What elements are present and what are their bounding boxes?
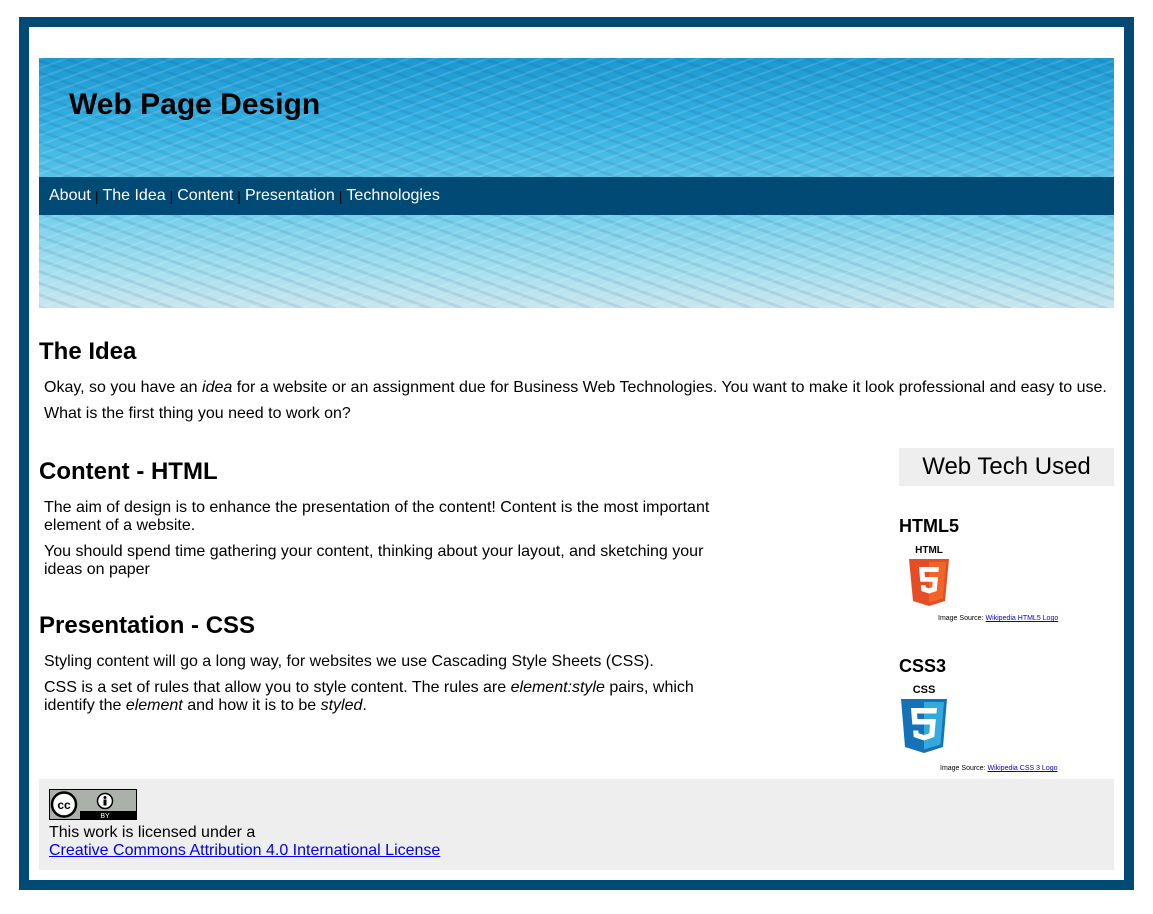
content-paragraph-1: The aim of design is to enhance the pres… [44,499,710,534]
nav-technologies[interactable]: Technologies [346,187,439,205]
site-title: Web Page Design [69,88,321,121]
nav-presentation[interactable]: Presentation [245,187,335,205]
nav-separator: | [338,188,343,204]
footer: cc BY This work is licensed under a Crea… [39,779,1114,870]
nav-the-idea[interactable]: The Idea [102,187,165,205]
html5-logo-text: HTML [915,545,943,556]
html5-heading: HTML5 [899,516,959,536]
css3-heading: CSS3 [899,656,947,676]
content-paragraph-2: You should spend time gathering your con… [44,543,704,578]
license-link[interactable]: Creative Commons Attribution 4.0 Interna… [49,842,440,859]
nav-separator: | [237,188,241,204]
cc-by-badge[interactable]: cc BY [49,789,137,820]
css3-source-link[interactable]: Wikipedia CSS 3 Logo [987,765,1057,772]
content-heading: Content - HTML [39,458,218,485]
nav-about[interactable]: About [49,187,91,205]
css3-logo-text: CSS [913,684,936,696]
page-frame: Web Page Design About | The Idea | Conte… [19,17,1134,890]
main-nav: About | The Idea | Content | Presentatio… [39,177,1114,215]
html5-image-source: Image Source: Wikipedia HTML5 Logo [938,615,1059,622]
idea-paragraph-2: What is the first thing you need to work… [44,405,351,422]
web-tech-used-title: Web Tech Used [899,448,1114,486]
svg-text:BY: BY [100,813,110,819]
nav-separator: | [169,188,174,204]
license-text: This work is licensed under a [49,824,256,841]
header-banner: Web Page Design About | The Idea | Conte… [39,58,1114,308]
presentation-paragraph-2: CSS is a set of rules that allow you to … [44,679,694,714]
idea-heading: The Idea [39,338,137,365]
nav-separator: | [94,188,99,204]
html5-logo: HTML [907,543,951,607]
presentation-heading: Presentation - CSS [39,612,256,639]
presentation-paragraph-1: Styling content will go a long way, for … [44,653,654,670]
svg-text:cc: cc [57,798,71,812]
idea-paragraph-1: Okay, so you have an idea for a website … [44,379,1107,396]
html5-source-link[interactable]: Wikipedia HTML5 Logo [985,615,1058,622]
css3-logo: CSS [899,682,949,755]
css3-image-source: Image Source: Wikipedia CSS 3 Logo [940,765,1058,772]
nav-content[interactable]: Content [177,187,233,205]
